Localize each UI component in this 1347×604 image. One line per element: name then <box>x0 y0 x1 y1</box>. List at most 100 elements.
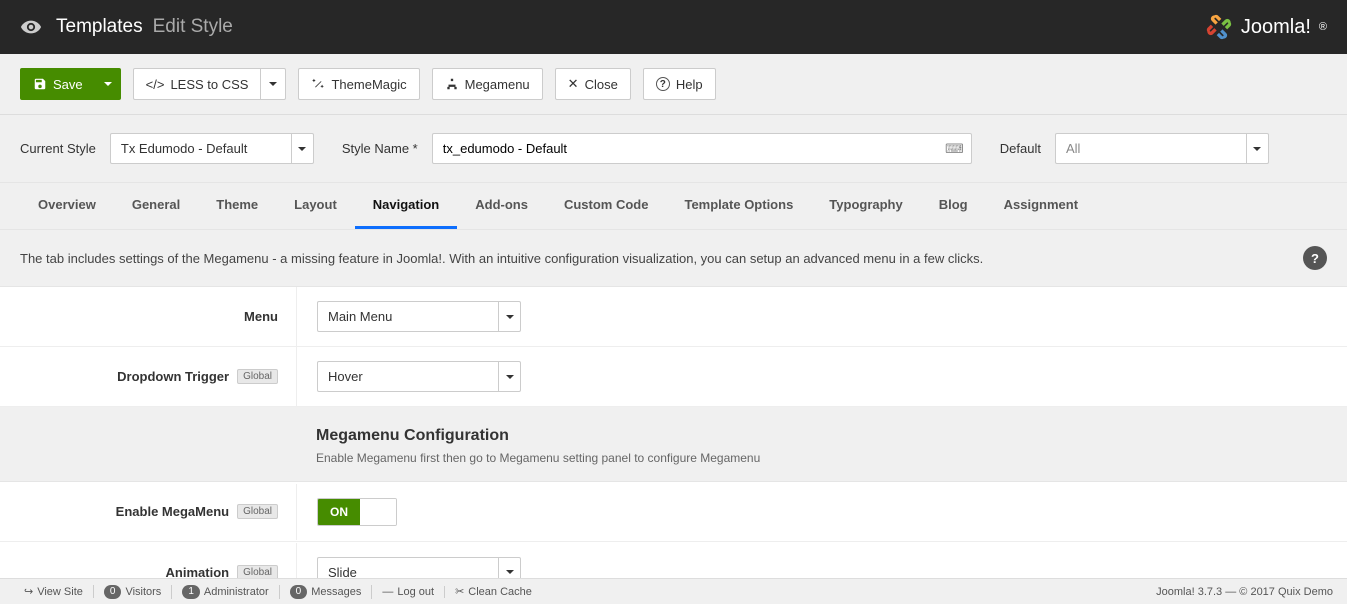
section-title: Megamenu Configuration <box>316 427 1327 445</box>
menu-row: Menu Main Menu <box>0 287 1347 347</box>
caret-down-icon <box>298 147 306 151</box>
save-button[interactable]: Save <box>20 68 96 100</box>
header-left: Templates Edit Style <box>20 16 233 38</box>
status-footer: ↪ View Site 0 Visitors 1 Administrator 0… <box>0 578 1347 604</box>
less-dropdown[interactable] <box>261 68 286 100</box>
select-caret[interactable] <box>498 362 520 391</box>
tab-add-ons[interactable]: Add-ons <box>457 183 546 229</box>
menu-label-col: Menu <box>0 309 296 324</box>
menu-label: Menu <box>244 309 278 324</box>
messages-label: Messages <box>311 586 361 598</box>
save-dropdown[interactable] <box>96 68 121 100</box>
tab-template-options[interactable]: Template Options <box>666 183 811 229</box>
dropdown-label-col: Dropdown Trigger Global <box>0 369 296 384</box>
enable-label: Enable MegaMenu <box>116 504 229 519</box>
current-style-value: Tx Edumodo - Default <box>111 134 291 163</box>
copyright-text: — © 2017 Quix Demo <box>1225 586 1333 598</box>
toggle-on-label: ON <box>318 499 360 525</box>
menu-ctrl-col: Main Menu <box>296 287 1347 346</box>
view-site-link[interactable]: ↪ View Site <box>14 585 94 598</box>
thememagic-label: ThemeMagic <box>331 77 406 92</box>
caret-down-icon <box>506 315 514 319</box>
tabs-nav: OverviewGeneralThemeLayoutNavigationAdd-… <box>0 183 1347 230</box>
caret-down-icon <box>104 82 112 86</box>
current-style-label: Current Style <box>20 141 96 156</box>
tab-general[interactable]: General <box>114 183 198 229</box>
clean-cache-label: Clean Cache <box>468 586 532 598</box>
logout-link[interactable]: — Log out <box>372 586 445 598</box>
default-label: Default <box>1000 141 1041 156</box>
admin-label: Administrator <box>204 586 269 598</box>
visitors-label: Visitors <box>125 586 161 598</box>
messages-count: 0 <box>290 585 308 599</box>
menu-select[interactable]: Main Menu <box>317 301 521 332</box>
tab-custom-code[interactable]: Custom Code <box>546 183 667 229</box>
visitors-link[interactable]: 0 Visitors <box>94 585 172 599</box>
global-badge: Global <box>237 504 278 519</box>
default-select[interactable]: All <box>1055 133 1269 164</box>
footer-left: ↪ View Site 0 Visitors 1 Administrator 0… <box>14 585 542 599</box>
close-button[interactable]: ✕ Close <box>555 68 631 100</box>
section-desc: Enable Megamenu first then go to Megamen… <box>316 451 1327 465</box>
less-button-group: </> LESS to CSS <box>133 68 287 100</box>
caret-down-icon <box>506 570 514 574</box>
enable-megamenu-toggle[interactable]: ON <box>317 498 397 526</box>
broom-icon: ✂ <box>455 585 464 598</box>
visitors-count: 0 <box>104 585 122 599</box>
external-icon: ↪ <box>24 585 33 598</box>
caret-down-icon <box>269 82 277 86</box>
view-site-label: View Site <box>37 586 83 598</box>
dropdown-ctrl-col: Hover <box>296 347 1347 406</box>
save-icon <box>33 77 47 91</box>
tab-assignment[interactable]: Assignment <box>986 183 1096 229</box>
global-badge: Global <box>237 369 278 384</box>
less-to-css-button[interactable]: </> LESS to CSS <box>133 68 262 100</box>
joomla-logo: Joomla!® <box>1205 13 1327 41</box>
tab-navigation[interactable]: Navigation <box>355 183 457 229</box>
help-button[interactable]: ? Help <box>643 68 716 100</box>
toggle-off-area <box>360 499 396 525</box>
logout-label: Log out <box>397 586 434 598</box>
thememagic-button[interactable]: ThemeMagic <box>298 68 419 100</box>
megamenu-label: Megamenu <box>465 77 530 92</box>
tab-overview[interactable]: Overview <box>20 183 114 229</box>
enable-label-col: Enable MegaMenu Global <box>0 504 296 519</box>
sitemap-icon <box>445 77 459 91</box>
caret-down-icon <box>1253 147 1261 151</box>
tab-layout[interactable]: Layout <box>276 183 355 229</box>
tab-theme[interactable]: Theme <box>198 183 276 229</box>
admin-link[interactable]: 1 Administrator <box>172 585 279 599</box>
dropdown-trigger-row: Dropdown Trigger Global Hover <box>0 347 1347 407</box>
style-name-input[interactable] <box>432 133 972 164</box>
less-label: LESS to CSS <box>170 77 248 92</box>
default-value: All <box>1056 134 1246 163</box>
dropdown-value: Hover <box>318 362 498 391</box>
version-text: Joomla! 3.7.3 <box>1156 586 1222 598</box>
footer-right: Joomla! 3.7.3 — © 2017 Quix Demo <box>1156 586 1333 598</box>
select-caret[interactable] <box>1246 134 1268 163</box>
logout-icon: — <box>382 586 393 598</box>
help-circle-icon[interactable]: ? <box>1303 246 1327 270</box>
select-caret[interactable] <box>498 302 520 331</box>
style-name-label: Style Name * <box>342 141 418 156</box>
enable-ctrl-col: ON <box>296 484 1347 540</box>
code-icon: </> <box>146 77 165 92</box>
messages-link[interactable]: 0 Messages <box>280 585 373 599</box>
tab-blog[interactable]: Blog <box>921 183 986 229</box>
style-subbar: Current Style Tx Edumodo - Default Style… <box>0 115 1347 183</box>
clean-cache-link[interactable]: ✂ Clean Cache <box>445 585 542 598</box>
megamenu-config-section: Megamenu Configuration Enable Megamenu f… <box>0 407 1347 482</box>
current-style-select[interactable]: Tx Edumodo - Default <box>110 133 314 164</box>
header-bar: Templates Edit Style Joomla!® <box>0 0 1347 54</box>
select-caret[interactable] <box>291 134 313 163</box>
close-label: Close <box>585 77 618 92</box>
toolbar: Save </> LESS to CSS ThemeMagic Megamenu… <box>0 54 1347 115</box>
enable-megamenu-row: Enable MegaMenu Global ON <box>0 482 1347 542</box>
megamenu-button[interactable]: Megamenu <box>432 68 543 100</box>
page-subtitle: Edit Style <box>153 16 233 38</box>
dropdown-trigger-select[interactable]: Hover <box>317 361 521 392</box>
close-icon: ✕ <box>568 76 579 92</box>
tab-typography[interactable]: Typography <box>811 183 920 229</box>
menu-value: Main Menu <box>318 302 498 331</box>
admin-count: 1 <box>182 585 200 599</box>
